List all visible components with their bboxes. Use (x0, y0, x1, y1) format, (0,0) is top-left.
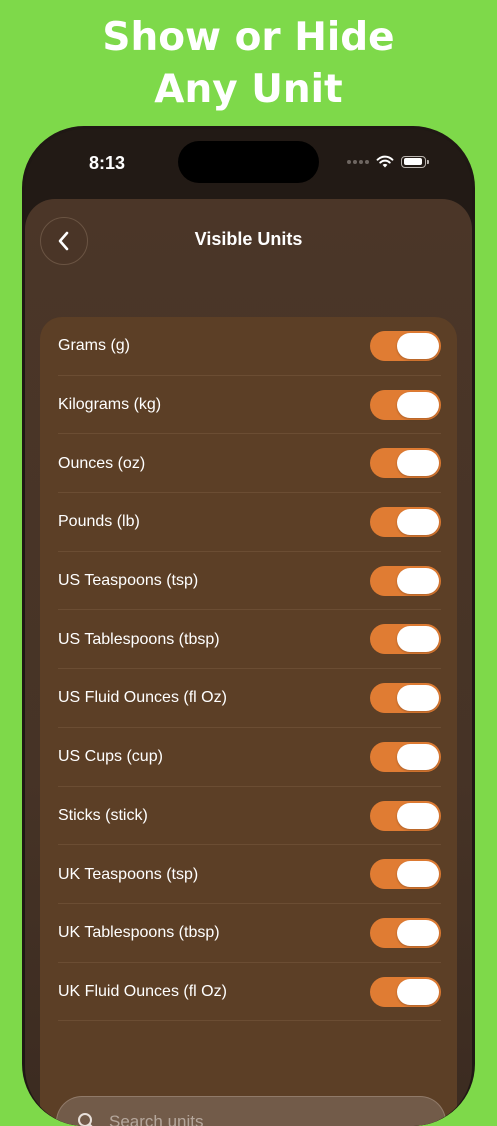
page-title: Visible Units (194, 229, 303, 249)
dynamic-island (178, 141, 319, 183)
unit-row: UK Fluid Ounces (fl Oz) (40, 963, 457, 1022)
unit-visibility-toggle[interactable] (370, 800, 441, 831)
unit-visibility-toggle[interactable] (370, 331, 441, 361)
search-icon (78, 1113, 93, 1126)
unit-label: Pounds (lb) (58, 513, 140, 531)
unit-visibility-toggle[interactable] (370, 917, 441, 948)
unit-visibility-toggle[interactable] (370, 683, 441, 714)
toggle-knob (397, 626, 439, 653)
toggle-knob (397, 333, 439, 359)
search-bar[interactable]: Search units (56, 1096, 446, 1126)
unit-row: Grams (g) (40, 317, 457, 376)
phone-screen: 8:13 Visible Units Grams (g) Kilograms (k… (25, 129, 472, 1126)
toggle-knob (397, 802, 439, 829)
unit-label: Grams (g) (58, 337, 130, 355)
unit-visibility-toggle[interactable] (370, 565, 441, 596)
units-list: Grams (g) Kilograms (kg) Ounces (oz) Pounds… (40, 317, 457, 1126)
unit-label: US Tablespoons (tbsp) (58, 630, 220, 648)
unit-row: US Tablespoons (tbsp) (40, 610, 457, 669)
unit-row: US Fluid Ounces (fl Oz) (40, 669, 457, 728)
unit-visibility-toggle[interactable] (370, 389, 441, 420)
toggle-knob (397, 919, 439, 946)
unit-row: Sticks (stick) (40, 787, 457, 846)
unit-label: US Fluid Ounces (fl Oz) (58, 689, 227, 707)
promo-headline: Show or Hide Any Unit (0, 12, 497, 116)
unit-label: Kilograms (kg) (58, 396, 162, 414)
status-icons (347, 155, 429, 168)
unit-row: US Teaspoons (tsp) (40, 552, 457, 611)
unit-row: US Cups (cup) (40, 728, 457, 787)
unit-label: US Cups (cup) (58, 748, 163, 766)
unit-visibility-toggle[interactable] (370, 624, 441, 655)
toggle-knob (397, 861, 439, 888)
unit-visibility-toggle[interactable] (370, 741, 441, 772)
visible-units-sheet: Visible Units Grams (g) Kilograms (kg) Oun… (25, 199, 472, 1126)
unit-label: UK Teaspoons (tsp) (58, 865, 199, 883)
cellular-signal-icon (347, 159, 369, 164)
unit-visibility-toggle[interactable] (370, 859, 441, 890)
unit-label: Ounces (oz) (58, 454, 146, 472)
promo-line-2: Any Unit (154, 67, 343, 112)
toggle-knob (397, 509, 439, 536)
toggle-knob (397, 978, 439, 1005)
unit-row: Kilograms (kg) (40, 376, 457, 435)
toggle-knob (397, 391, 439, 418)
status-time: 8:13 (89, 153, 126, 173)
search-input[interactable]: Search units (109, 1112, 204, 1126)
unit-row: UK Teaspoons (tsp) (40, 845, 457, 904)
wifi-icon (376, 155, 394, 168)
phone-frame: 8:13 Visible Units Grams (g) Kilograms (k… (22, 126, 475, 1126)
unit-label: US Teaspoons (tsp) (58, 572, 199, 590)
unit-visibility-toggle[interactable] (370, 976, 441, 1007)
battery-icon (401, 155, 429, 168)
toggle-knob (397, 450, 439, 477)
unit-label: UK Fluid Ounces (fl Oz) (58, 982, 227, 1000)
unit-row: Pounds (lb) (40, 493, 457, 552)
unit-label: Sticks (stick) (58, 806, 148, 824)
unit-row: Ounces (oz) (40, 434, 457, 493)
unit-visibility-toggle[interactable] (370, 507, 441, 538)
unit-row: UK Tablespoons (tbsp) (40, 904, 457, 963)
toggle-knob (397, 743, 439, 770)
promo-line-1: Show or Hide (102, 15, 395, 60)
unit-label: UK Tablespoons (tbsp) (58, 924, 220, 942)
unit-visibility-toggle[interactable] (370, 448, 441, 479)
toggle-knob (397, 685, 439, 712)
toggle-knob (397, 567, 439, 594)
